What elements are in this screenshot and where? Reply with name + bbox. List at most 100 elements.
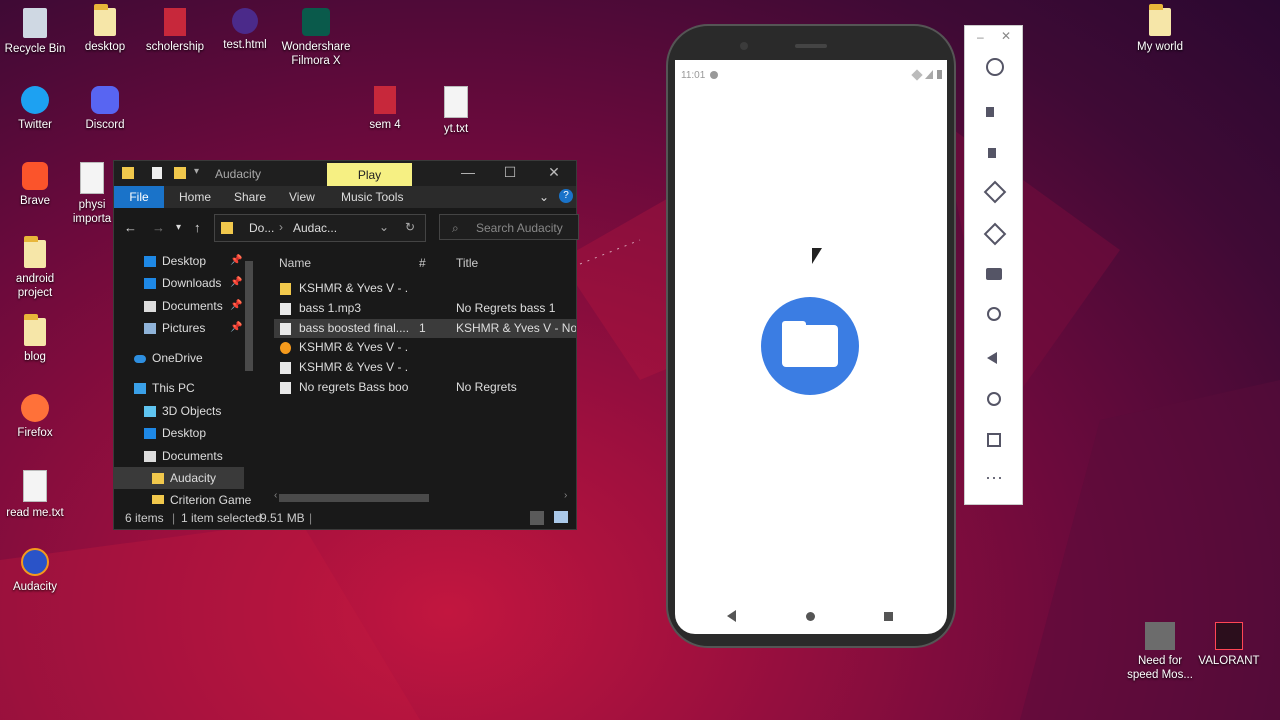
desktop-icon-yt-txt[interactable]: yt.txt	[421, 86, 491, 136]
desktop-icon-discord[interactable]: Discord	[70, 86, 140, 132]
scroll-left-icon[interactable]: ‹	[274, 490, 277, 501]
maximize-button[interactable]: ☐	[490, 164, 530, 181]
nav-desktop[interactable]: Desktop 📌	[114, 250, 244, 272]
search-input[interactable]: ⌕ Search Audacity	[439, 214, 579, 240]
quick-access-folder-icon	[122, 167, 134, 179]
zoom-icon[interactable]	[987, 307, 1001, 321]
speaker-shape	[986, 107, 994, 117]
forward-icon[interactable]: →	[152, 220, 165, 235]
file-row[interactable]: KSHMR & Yves V - ...	[274, 358, 576, 378]
screenshot-icon[interactable]	[986, 268, 1002, 280]
text-file-icon	[80, 162, 104, 194]
scroll-right-icon[interactable]: ›	[564, 490, 567, 501]
details-view-icon[interactable]	[530, 511, 544, 525]
desktop-icon-test-html[interactable]: test.html	[210, 8, 280, 52]
file-row[interactable]: bass boosted final.... 1 KSHMR & Yves V …	[274, 318, 576, 339]
column-title[interactable]: Title	[456, 256, 478, 270]
back-nav-icon[interactable]	[727, 610, 736, 622]
more-icon[interactable]: ···	[985, 468, 1007, 494]
pin-icon: 📌	[230, 255, 243, 266]
customize-toolbar-icon[interactable]: ▾	[194, 166, 199, 177]
rotate-right-icon[interactable]	[983, 222, 1007, 246]
back-icon[interactable]	[987, 352, 997, 364]
desktop-icon-android-project[interactable]: android project	[0, 236, 70, 300]
tab-play[interactable]: Play	[327, 163, 412, 188]
refresh-icon[interactable]: ↻	[405, 220, 415, 234]
nav-downloads[interactable]: Downloads 📌	[114, 272, 244, 294]
search-placeholder: Search Audacity	[476, 221, 563, 235]
file-row[interactable]: No regrets Bass boo... No Regrets	[274, 378, 576, 398]
desktop-icon-nfs[interactable]: Need for speed Mos...	[1125, 622, 1195, 682]
nav-criterion-games[interactable]: Criterion Game	[114, 489, 251, 504]
desktop-icon-valorant[interactable]: VALORANT	[1194, 622, 1264, 668]
tab-file[interactable]: File	[114, 186, 164, 208]
volume-up-icon[interactable]	[983, 102, 1005, 124]
folder-icon	[1149, 4, 1171, 36]
toolbar-minimize-button[interactable]: –	[977, 30, 984, 44]
desktop-icon-filmora[interactable]: Wondershare Filmora X	[281, 8, 351, 68]
title-bar[interactable]: ▾ Audacity Play — ☐ ✕	[114, 161, 576, 188]
home-nav-icon[interactable]	[806, 612, 815, 621]
tab-view[interactable]: View	[289, 190, 315, 204]
desktop-icon-readme[interactable]: read me.txt	[0, 470, 70, 520]
nav-this-pc[interactable]: This PC	[114, 377, 244, 399]
breadcrumb-documents[interactable]: Do...	[249, 221, 274, 235]
nav-onedrive[interactable]: OneDrive	[114, 347, 244, 369]
overview-icon[interactable]	[987, 433, 1001, 447]
up-icon[interactable]: ↑	[194, 220, 201, 235]
desktop-icon-scholership[interactable]: scholership	[140, 8, 210, 54]
desktop-icon-physics[interactable]: physi importa	[70, 162, 114, 226]
tab-music-tools[interactable]: Music Tools	[341, 190, 403, 204]
nav-documents[interactable]: Documents 📌	[114, 295, 244, 317]
close-button[interactable]: ✕	[534, 164, 574, 181]
expand-ribbon-icon[interactable]: ⌄	[539, 190, 549, 204]
scroll-thumb[interactable]	[279, 494, 429, 502]
nav-scrollbar[interactable]	[245, 261, 253, 371]
recycle-bin-icon	[23, 8, 47, 38]
back-icon[interactable]: ←	[124, 220, 137, 235]
breadcrumb-audacity[interactable]: Audac...	[293, 221, 337, 235]
nav-3d-objects[interactable]: 3D Objects	[114, 400, 244, 422]
file-row[interactable]: KSHMR & Yves V - ...	[274, 279, 576, 299]
toolbar-close-button[interactable]: ✕	[1001, 29, 1011, 43]
properties-icon[interactable]	[152, 167, 162, 179]
file-row[interactable]: bass 1.mp3 No Regrets bass 1	[274, 299, 576, 319]
rotate-left-icon[interactable]	[983, 180, 1007, 204]
minimize-button[interactable]: —	[448, 164, 488, 180]
recent-locations-icon[interactable]: ▾	[176, 222, 181, 233]
home-icon[interactable]	[987, 392, 1001, 406]
desktop-icon-firefox[interactable]: Firefox	[0, 394, 70, 440]
file-explorer-window: ▾ Audacity Play — ☐ ✕ File Home Share Vi…	[113, 160, 579, 530]
desktop-icon-audacity[interactable]: Audacity	[0, 548, 70, 594]
horizontal-scrollbar[interactable]: ‹ ›	[274, 490, 574, 503]
desktop-icon-sem4[interactable]: sem 4	[350, 86, 420, 132]
new-folder-icon[interactable]	[174, 167, 186, 179]
nav-audacity[interactable]: Audacity	[114, 467, 244, 489]
tab-share[interactable]: Share	[234, 190, 266, 204]
column-name[interactable]: Name	[279, 256, 311, 270]
camera-icon	[740, 42, 748, 50]
nav-pictures[interactable]: Pictures 📌	[114, 317, 244, 339]
folder-icon	[24, 236, 46, 268]
power-icon[interactable]	[986, 58, 1004, 76]
nav-desktop-pc[interactable]: Desktop	[114, 422, 244, 444]
tab-home[interactable]: Home	[179, 190, 211, 204]
file-list: KSHMR & Yves V - ... bass 1.mp3 No Regre…	[274, 279, 576, 398]
desktop-icon-desktop[interactable]: desktop	[70, 4, 140, 54]
large-icons-view-icon[interactable]	[554, 511, 568, 523]
pin-icon: 📌	[230, 322, 243, 333]
desktop-icon-my-world[interactable]: My world	[1125, 4, 1195, 54]
help-icon[interactable]: ?	[559, 189, 573, 203]
nav-documents-pc[interactable]: Documents	[114, 445, 244, 467]
chevron-down-icon[interactable]: ⌄	[379, 220, 389, 234]
desktop-icon-twitter[interactable]: Twitter	[0, 86, 70, 132]
column-number[interactable]: #	[419, 256, 426, 270]
address-bar[interactable]: Do... › Audac... ⌄ ↻	[214, 214, 426, 242]
desktop-icon-blog[interactable]: blog	[0, 314, 70, 364]
volume-down-icon[interactable]	[983, 143, 1005, 165]
recents-nav-icon[interactable]	[884, 612, 893, 621]
file-row[interactable]: KSHMR & Yves V - ...	[274, 338, 576, 358]
files-app-icon[interactable]	[761, 297, 859, 395]
desktop-icon-recycle-bin[interactable]: Recycle Bin	[0, 8, 70, 56]
desktop-icon-brave[interactable]: Brave	[0, 162, 70, 208]
